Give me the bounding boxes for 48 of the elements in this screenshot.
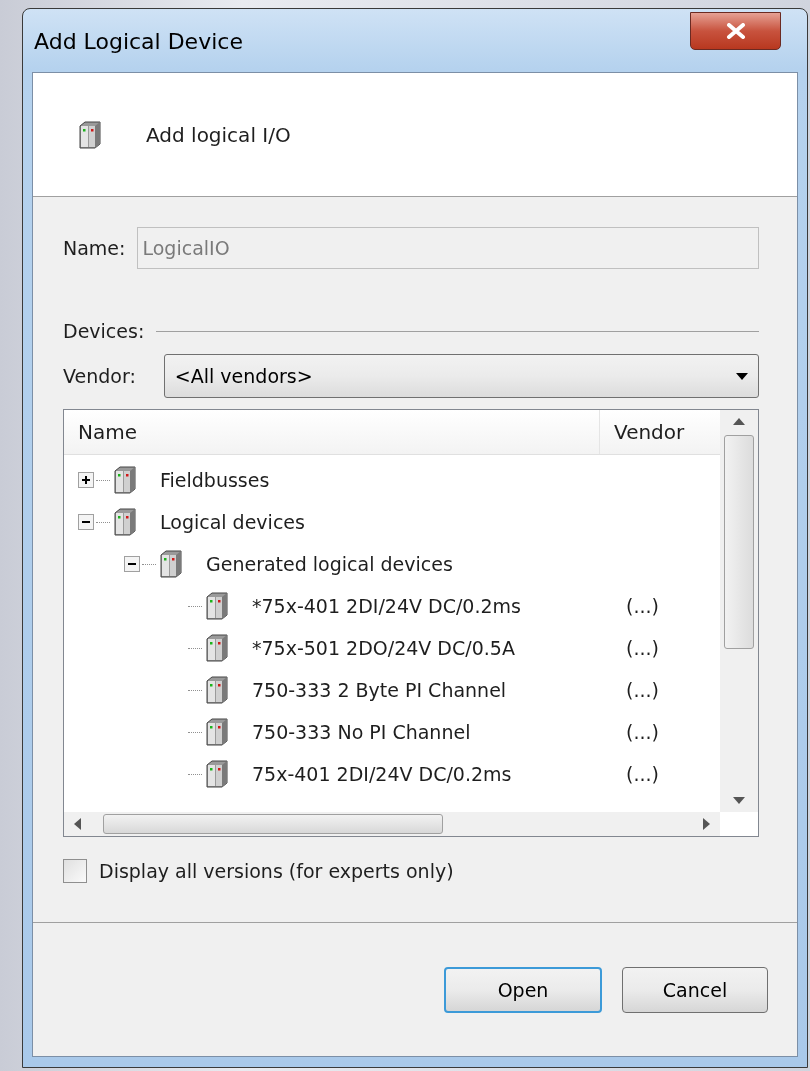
tree-item[interactable]: *75x-501 2DO/24V DC/0.5A [252,637,515,659]
header-title: Add logical I/O [146,122,291,147]
vendor-cell: (...) [626,595,659,617]
cancel-button[interactable]: Cancel [622,966,768,1013]
device-icon [160,550,182,578]
tree-item[interactable]: *75x-401 2DI/24V DC/0.2ms [252,595,521,617]
checkbox[interactable] [63,859,87,883]
tree-item[interactable]: Logical devices [160,511,305,533]
collapse-icon[interactable] [124,556,140,572]
expand-icon[interactable] [78,472,94,488]
tree-item[interactable]: 750-333 2 Byte PI Channel [252,679,507,701]
collapse-icon[interactable] [78,514,94,530]
vertical-scrollbar[interactable] [720,410,758,812]
device-icon [206,760,228,788]
checkbox-label: Display all versions (for experts only) [99,860,454,882]
vendor-cell: (...) [626,721,659,743]
scrollbar-thumb[interactable] [103,814,443,834]
scrollbar-thumb[interactable] [724,435,754,649]
open-button[interactable]: Open [444,966,602,1013]
vendor-cell: (...) [626,763,659,785]
scroll-down-icon [733,797,745,804]
tree-item[interactable]: 750-333 No PI Channel [252,721,471,743]
tree-item[interactable]: 75x-401 2DI/24V DC/0.2ms [252,763,512,785]
horizontal-scrollbar[interactable] [64,812,720,836]
window-title: Add Logical Device [34,29,243,54]
device-icon [206,592,228,620]
device-icon [114,508,136,536]
column-header[interactable]: Vendor [600,410,720,454]
close-icon [725,23,746,39]
vendor-cell: (...) [626,679,659,701]
close-button[interactable] [690,12,781,50]
device-icon [114,466,136,494]
devices-label: Devices: [63,320,145,342]
device-icon [206,718,228,746]
scroll-up-icon [733,418,745,425]
name-label: Name: [63,237,126,259]
device-icon [206,676,228,704]
device-icon [206,634,228,662]
vendor-cell: (...) [626,637,659,659]
tree-item[interactable]: Fieldbusses [160,469,270,491]
scroll-left-icon [74,818,81,830]
vendor-dropdown[interactable]: <All vendors> [163,354,759,398]
vendor-label: Vendor: [63,365,136,387]
tree-item[interactable]: Generated logical devices [206,553,453,575]
column-header[interactable]: Name [64,410,600,454]
scroll-right-icon [703,818,710,830]
device-icon [79,120,101,149]
caret-icon [736,372,748,380]
